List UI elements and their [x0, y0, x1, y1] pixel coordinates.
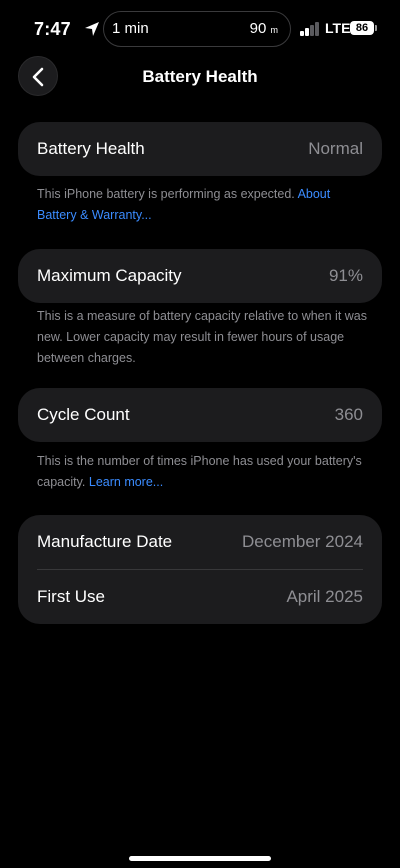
maximum-capacity-row: Maximum Capacity 91%	[18, 249, 382, 303]
cycle-count-note: This is the number of times iPhone has u…	[37, 454, 362, 489]
battery-health-row: Battery Health Normal	[18, 122, 382, 176]
first-use-row: First Use April 2025	[18, 570, 382, 624]
battery-health-value: Normal	[308, 139, 363, 158]
battery-level: 86	[355, 22, 369, 34]
cycle-count-value: 360	[334, 405, 363, 424]
manufacture-date-row: Manufacture Date December 2024	[18, 515, 382, 569]
battery-health-card: Battery Health Normal	[18, 122, 382, 176]
first-use-value: April 2025	[286, 587, 363, 606]
status-time: 7:47	[34, 19, 71, 39]
maximum-capacity-label: Maximum Capacity	[37, 266, 182, 285]
cellular-signal-icon	[300, 22, 322, 36]
status-bar: 7:47 1 min 90 m LTE 86	[0, 0, 400, 58]
manufacture-date-value: December 2024	[242, 532, 363, 551]
location-arrow-icon	[85, 22, 99, 36]
maximum-capacity-value: 91%	[328, 266, 363, 285]
dates-card: Manufacture Date December 2024 First Use…	[18, 515, 382, 624]
dynamic-island-activity[interactable]: 1 min 90 m	[103, 11, 291, 47]
page-title: Battery Health	[142, 67, 258, 86]
battery-health-label: Battery Health	[37, 139, 145, 158]
battery-nub	[375, 25, 377, 31]
manufacture-date-label: Manufacture Date	[37, 532, 173, 551]
home-indicator[interactable]	[129, 856, 271, 861]
learn-more-link[interactable]: Learn more...	[89, 475, 163, 489]
battery-health-note: This iPhone battery is performing as exp…	[37, 187, 331, 222]
first-use-label: First Use	[37, 587, 105, 606]
battery-icon: 86	[350, 21, 374, 35]
maximum-capacity-note: This is a measure of battery capacity re…	[37, 309, 368, 365]
island-timer: 1 min	[112, 20, 149, 37]
maximum-capacity-card: Maximum Capacity 91%	[18, 249, 382, 303]
cycle-count-card: Cycle Count 360	[18, 388, 382, 442]
island-distance: 90 m	[249, 20, 278, 37]
cycle-count-label: Cycle Count	[37, 405, 130, 424]
network-type: LTE	[325, 20, 351, 36]
cycle-count-row: Cycle Count 360	[18, 388, 382, 442]
